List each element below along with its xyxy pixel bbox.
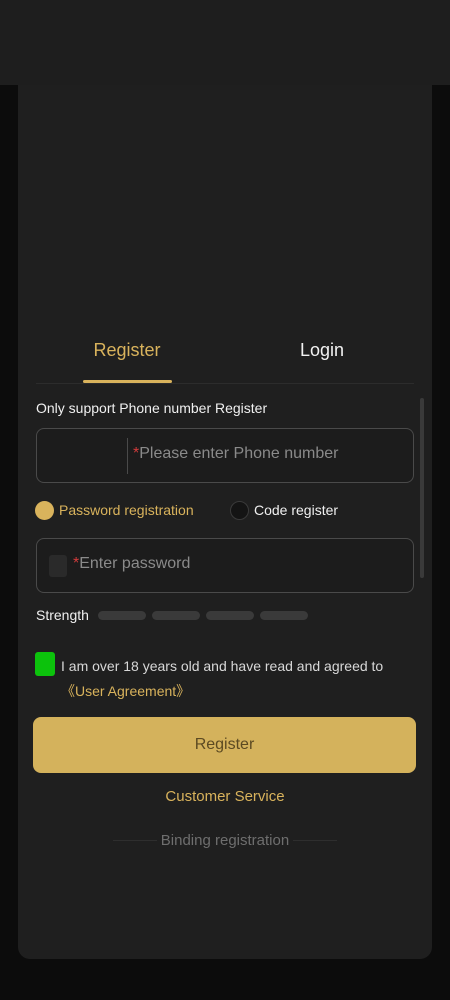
password-placeholder[interactable]: *Enter password [73,555,190,573]
binding-registration-label: Binding registration [160,831,290,849]
password-placeholder-text: Enter password [79,555,191,572]
strength-bar [259,610,308,620]
strength-bar [151,610,200,620]
strength-label: Strength [36,607,89,623]
tab-register[interactable]: Register [67,340,187,361]
phone-placeholder[interactable]: *Please enter Phone number [133,445,338,463]
lock-icon [49,555,67,577]
auth-card [18,85,432,959]
agreement-statement: I am over 18 years old and have read and… [61,658,384,674]
customer-service-link[interactable]: Customer Service [0,788,450,805]
phone-placeholder-text: Please enter Phone number [139,445,339,462]
password-field[interactable]: *Enter password [36,538,414,593]
support-notice: Only support Phone number Register [36,400,268,416]
radio-selected-icon [35,500,54,520]
code-register-label: Code register [254,502,339,518]
strength-bar [205,610,254,620]
agreement-text: I am over 18 years old and have read and… [61,654,411,704]
top-bar [0,0,450,85]
password-registration-option[interactable]: Password registration [35,498,194,522]
user-agreement-link[interactable]: 《User Agreement》 [61,683,190,699]
phone-field[interactable]: *Please enter Phone number [36,428,414,483]
field-divider [127,438,128,474]
password-registration-label: Password registration [59,502,194,518]
strength-bar [97,610,146,620]
auth-tabs: Register Login [36,330,414,384]
divider-line [292,839,337,841]
active-tab-indicator [83,380,172,383]
password-strength: Strength [36,607,308,623]
register-button[interactable]: Register [33,717,416,773]
country-code-selector[interactable] [37,429,127,482]
scrollbar[interactable] [420,398,424,578]
divider-line [113,839,157,841]
radio-unselected-icon [230,500,249,520]
binding-registration: Binding registration [113,829,337,851]
agreement-checkbox[interactable] [35,652,55,676]
tab-login[interactable]: Login [262,340,382,361]
code-register-option[interactable]: Code register [230,498,338,522]
